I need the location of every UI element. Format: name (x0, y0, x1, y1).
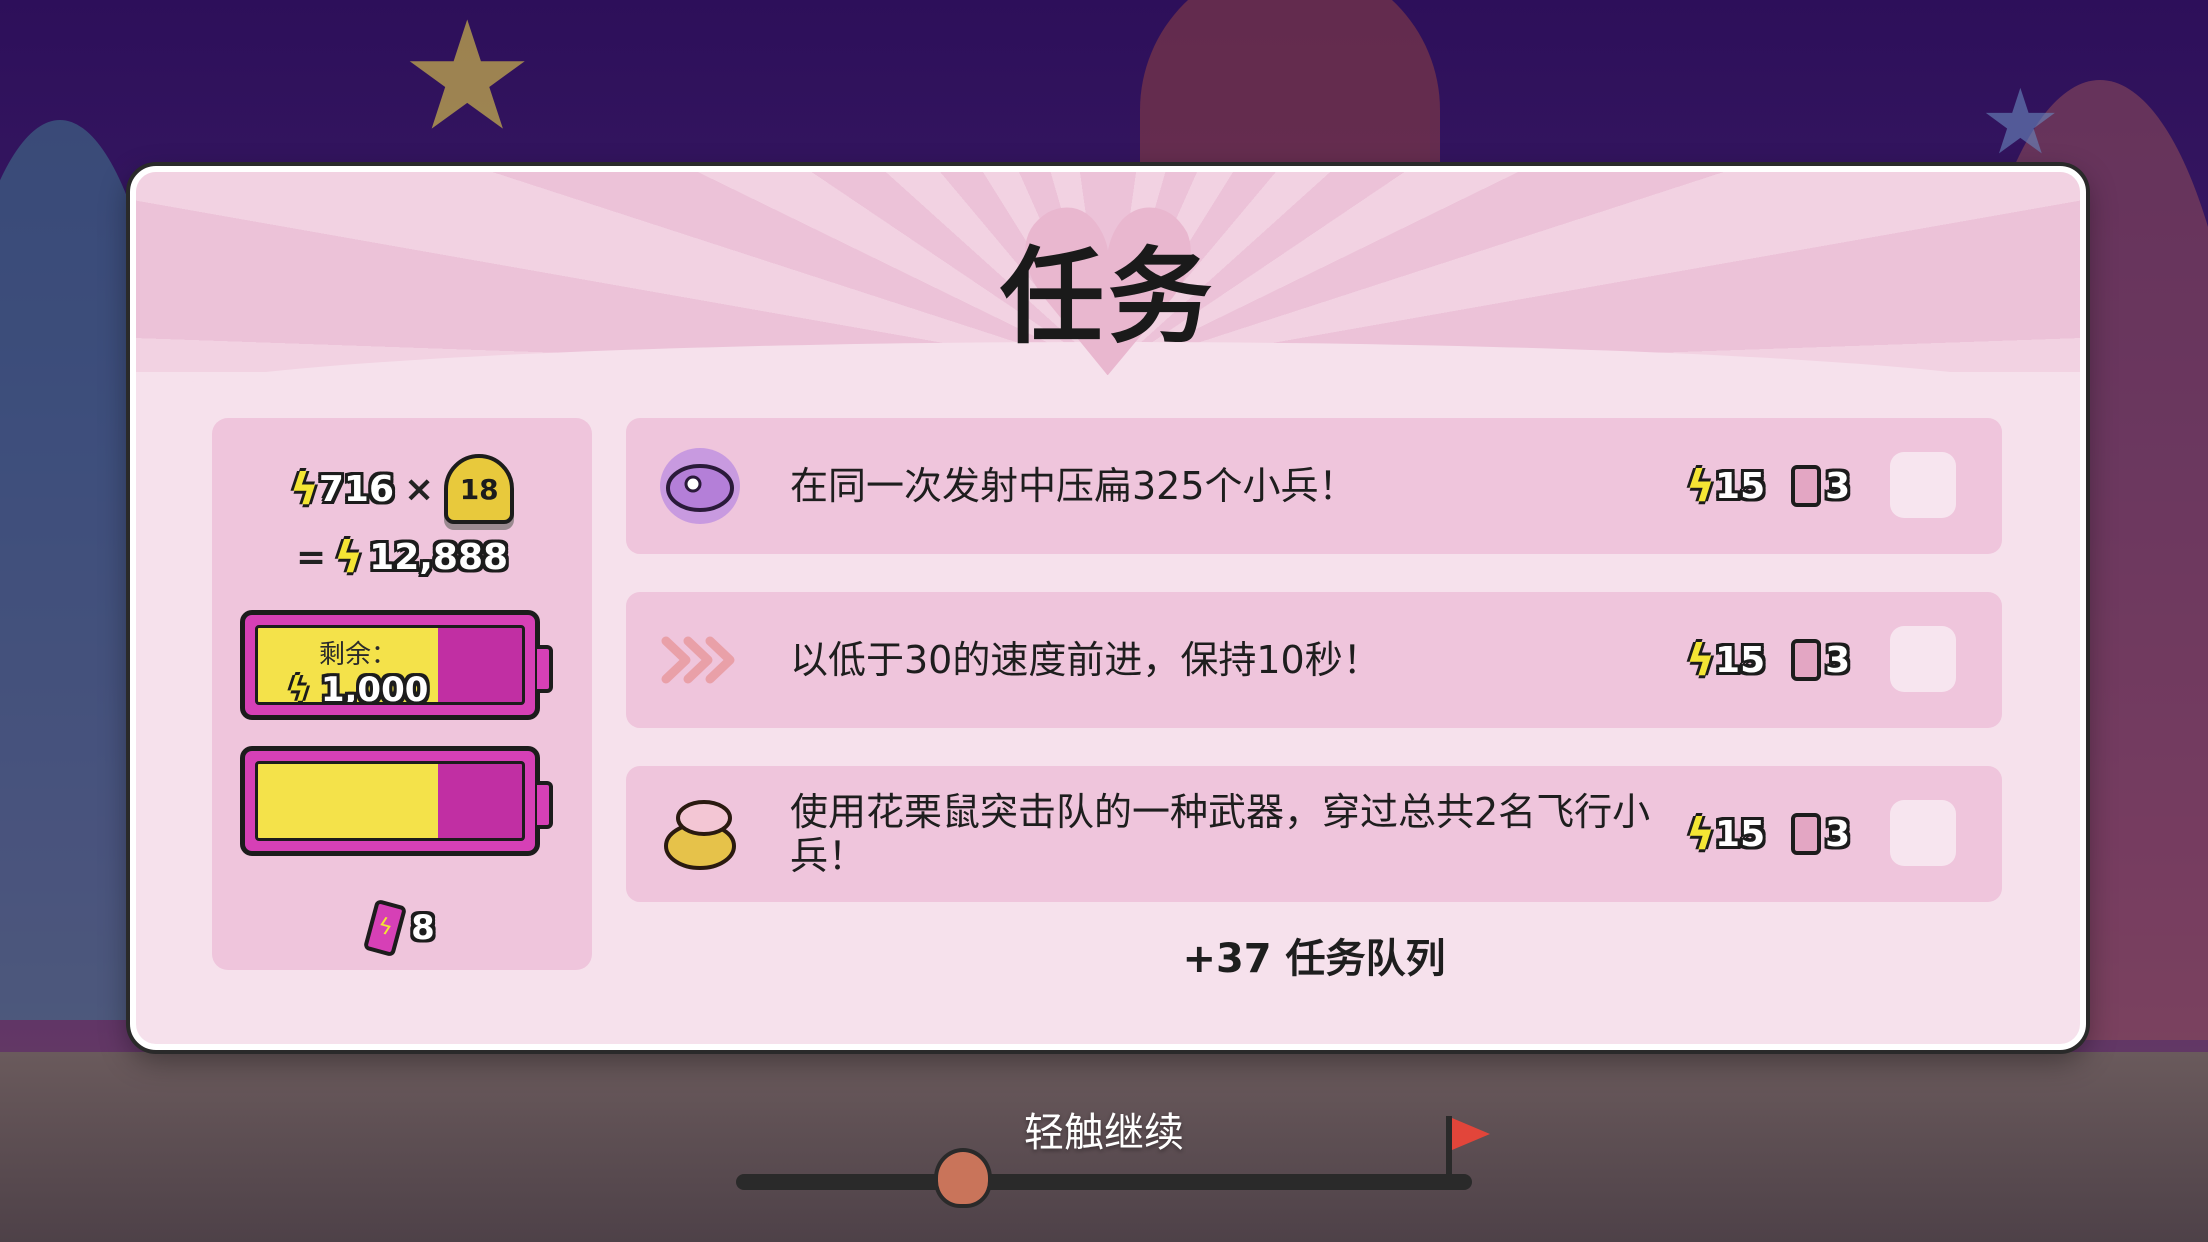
reward-cards: 3 (1825, 639, 1851, 681)
speed-chevrons-icon (660, 622, 740, 698)
mission-row[interactable]: 以低于30的速度前进，保持10秒！ ϟ 15 3 (626, 592, 2002, 728)
energy-multiplicand: 716 (318, 468, 394, 510)
chipmunk-icon (660, 796, 740, 872)
mission-checkbox[interactable] (1890, 800, 1956, 866)
energy-bolt-icon: ϟ (287, 670, 311, 705)
card-icon (1791, 813, 1822, 855)
card-icon (1791, 639, 1822, 681)
multiplier-row: ϟ 716 × 18 (212, 454, 592, 524)
energy-total: 12,888 (369, 537, 509, 578)
mission-text: 以低于30的速度前进，保持10秒！ (790, 638, 1381, 682)
finish-flag-icon (1452, 1118, 1490, 1150)
mission-queue-count: +37 任务队列 (1182, 936, 1446, 982)
mission-reward: ϟ 15 3 (1686, 418, 1850, 554)
mission-row[interactable]: 在同一次发射中压扁325个小兵！ ϟ 15 3 (626, 418, 2002, 554)
energy-bolt-icon: ϟ (289, 463, 319, 515)
player-marker-icon (934, 1148, 992, 1208)
level-progress-track (736, 1174, 1472, 1190)
energy-bolt-icon: ϟ (334, 532, 364, 583)
mission-reward: ϟ 15 3 (1686, 592, 1850, 728)
mission-reward: ϟ 15 3 (1686, 766, 1850, 902)
mission-checkbox[interactable] (1890, 452, 1956, 518)
remaining-value: 1,000 (320, 670, 429, 705)
reward-energy: 15 (1715, 465, 1766, 507)
page-title: 任务 (999, 236, 1216, 358)
star-decoration-icon: ★ (400, 0, 535, 164)
card-icon (1791, 465, 1822, 507)
mission-text: 使用花栗鼠突击队的一种武器，穿过总共2名飞行小兵！ (790, 790, 1651, 878)
cell-count-value: 8 (411, 908, 435, 948)
battery-cell-icon: ϟ (362, 898, 408, 958)
times-sign: × (404, 468, 435, 510)
energy-bolt-icon: ϟ (1686, 634, 1716, 686)
battery-next (240, 746, 553, 856)
star-decoration-icon: ★ (1980, 70, 2061, 175)
remaining-value-row: ϟ 1,000 (258, 670, 458, 705)
battery-cell-count: ϟ 8 (212, 898, 592, 958)
missions-panel: ♥ 任务 ϟ 716 × 18 = ϟ 12,888 剩余： ϟ 1,000 ϟ… (130, 166, 2086, 1050)
battery-fill (258, 764, 438, 838)
energy-bolt-icon: ϟ (1686, 808, 1716, 860)
battery-inner: 剩余： ϟ 1,000 (255, 625, 525, 705)
battery-inner (255, 761, 525, 841)
reward-cards: 3 (1825, 813, 1851, 855)
tap-to-continue[interactable]: 轻触继续 (0, 1100, 2208, 1158)
remaining-label: 剩余： (318, 640, 397, 670)
level-badge: 18 (444, 454, 515, 524)
reward-energy: 15 (1715, 813, 1766, 855)
battery-remaining: 剩余： ϟ 1,000 (240, 610, 553, 720)
reward-energy: 15 (1715, 639, 1766, 681)
mission-text: 在同一次发射中压扁325个小兵！ (790, 464, 1357, 508)
energy-stats-box: ϟ 716 × 18 = ϟ 12,888 剩余： ϟ 1,000 ϟ 8 (212, 418, 592, 970)
equals-sign: = (295, 537, 327, 578)
energy-bolt-icon: ϟ (1686, 460, 1716, 512)
mission-row[interactable]: 使用花栗鼠突击队的一种武器，穿过总共2名飞行小兵！ ϟ 15 3 (626, 766, 2002, 902)
total-row: = ϟ 12,888 (212, 532, 592, 583)
reward-cards: 3 (1825, 465, 1851, 507)
purple-creature-icon (660, 448, 740, 524)
mission-checkbox[interactable] (1890, 626, 1956, 692)
